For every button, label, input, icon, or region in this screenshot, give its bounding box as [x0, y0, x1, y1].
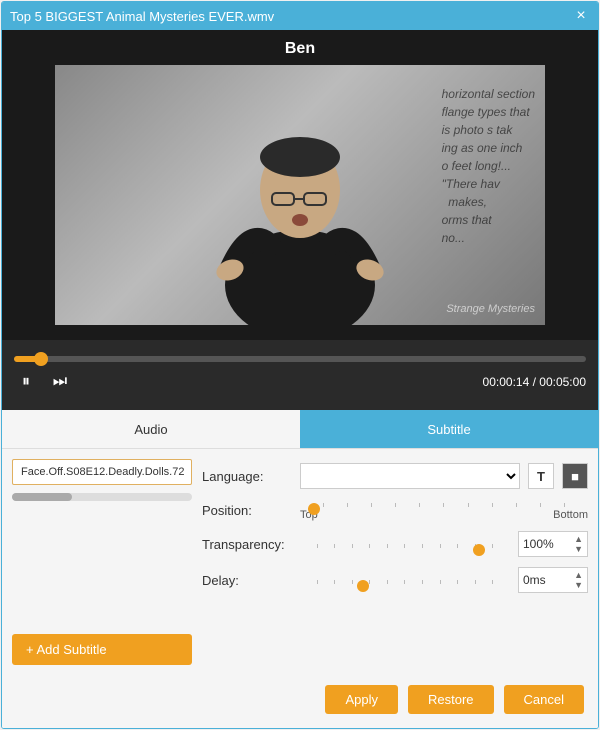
video-host-name: Ben: [2, 40, 598, 58]
position-ticks: [300, 499, 588, 507]
position-row: Position:: [202, 499, 588, 521]
person-silhouette: [200, 95, 400, 325]
transparency-knob[interactable]: [473, 544, 485, 556]
language-row: Language: T ■: [202, 463, 588, 489]
transparency-spinbox[interactable]: 100% ▲ ▼: [518, 531, 588, 557]
next-button[interactable]: ⏭: [48, 370, 72, 394]
cancel-button[interactable]: Cancel: [504, 685, 584, 714]
language-select[interactable]: [300, 463, 520, 489]
text-style-button[interactable]: T: [528, 463, 554, 489]
bg-color-button[interactable]: ■: [562, 463, 588, 489]
controls-bar: ⏸ ⏭ 00:00:14 / 00:05:00: [2, 340, 598, 410]
language-label: Language:: [202, 469, 292, 484]
title-bar: Top 5 BIGGEST Animal Mysteries EVER.wmv …: [2, 2, 598, 30]
left-panel: Face.Off.S08E12.Deadly.Dolls.72 + Add Su…: [12, 459, 192, 665]
controls-left: ⏸ ⏭: [14, 370, 72, 394]
position-right-label: Bottom: [553, 509, 588, 521]
position-label: Position:: [202, 503, 292, 518]
delay-ticks: [300, 576, 510, 584]
tabs-header: Audio Subtitle: [2, 410, 598, 449]
controls-row: ⏸ ⏭ 00:00:14 / 00:05:00: [14, 370, 586, 394]
delay-value: 0ms: [523, 573, 546, 587]
video-frame: horizontal section flange types that is …: [55, 65, 545, 325]
progress-bar[interactable]: [14, 356, 586, 362]
transparency-row: Transparency:: [202, 531, 588, 557]
delay-arrows[interactable]: ▲ ▼: [574, 570, 583, 590]
window-title: Top 5 BIGGEST Animal Mysteries EVER.wmv: [10, 9, 274, 24]
current-time: 00:00:14: [483, 375, 530, 389]
subtitle-item[interactable]: Face.Off.S08E12.Deadly.Dolls.72: [12, 459, 192, 485]
scrollbar-track[interactable]: [12, 493, 192, 501]
watermark: Strange Mysteries: [446, 303, 535, 315]
close-button[interactable]: ×: [572, 7, 590, 25]
pause-button[interactable]: ⏸: [14, 370, 38, 394]
text-overlay: horizontal section flange types that is …: [442, 85, 535, 247]
delay-row: Delay: 0ms: [202, 567, 588, 593]
delay-knob[interactable]: [357, 580, 369, 592]
main-window: Top 5 BIGGEST Animal Mysteries EVER.wmv …: [1, 1, 599, 729]
tab-subtitle[interactable]: Subtitle: [300, 410, 598, 448]
position-knob[interactable]: [308, 503, 320, 515]
scrollbar-thumb[interactable]: [12, 493, 72, 501]
time-display: 00:00:14 / 00:05:00: [483, 375, 586, 389]
delay-spinbox[interactable]: 0ms ▲ ▼: [518, 567, 588, 593]
add-subtitle-button[interactable]: + Add Subtitle: [12, 634, 192, 665]
delay-label: Delay:: [202, 573, 292, 588]
right-panel: Language: T ■ Position:: [202, 459, 588, 665]
transparency-arrows[interactable]: ▲ ▼: [574, 534, 583, 554]
tabs-panel: Audio Subtitle Face.Off.S08E12.Deadly.Do…: [2, 410, 598, 728]
position-labels: Top Bottom: [300, 509, 588, 521]
tabs-content: Face.Off.S08E12.Deadly.Dolls.72 + Add Su…: [2, 449, 598, 675]
apply-button[interactable]: Apply: [325, 685, 398, 714]
footer-buttons: Apply Restore Cancel: [2, 675, 598, 728]
video-area: Ben: [2, 30, 598, 340]
progress-knob[interactable]: [34, 352, 48, 366]
tab-audio[interactable]: Audio: [2, 410, 300, 448]
transparency-value: 100%: [523, 537, 554, 551]
total-time: 00:05:00: [539, 375, 586, 389]
transparency-label: Transparency:: [202, 537, 292, 552]
restore-button[interactable]: Restore: [408, 685, 494, 714]
